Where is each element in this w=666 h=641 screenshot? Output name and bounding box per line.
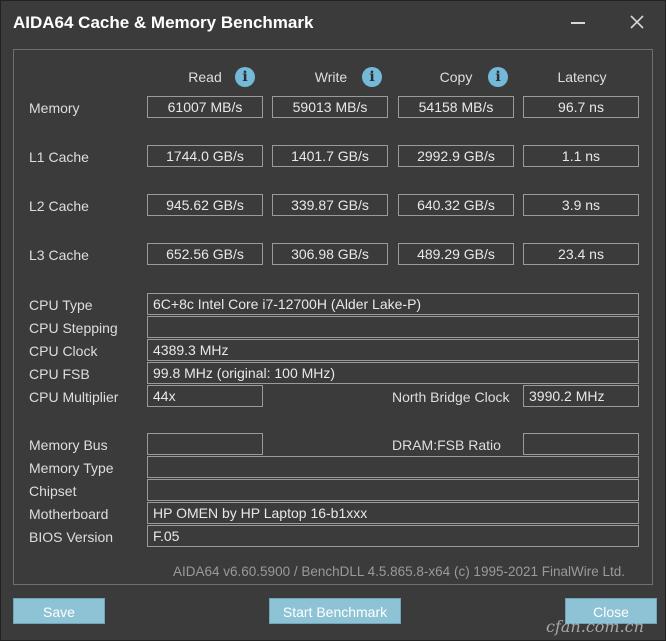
memory-write-value: 59013 MB/s (272, 96, 388, 118)
bios-version-value: F.05 (147, 525, 639, 547)
motherboard-value: HP OMEN by HP Laptop 16-b1xxx (147, 502, 639, 524)
dram-fsb-ratio-label: DRAM:FSB Ratio (392, 437, 501, 453)
l3-latency-value: 23.4 ns (523, 243, 639, 265)
watermark: cfan.com.cn (546, 617, 644, 636)
row-label-l2-cache: L2 Cache (29, 198, 89, 214)
dram-fsb-ratio-value (523, 433, 639, 455)
start-benchmark-button[interactable]: Start Benchmark (269, 598, 401, 624)
chipset-label: Chipset (29, 483, 77, 499)
title-bar[interactable]: AIDA64 Cache & Memory Benchmark (1, 1, 665, 45)
benchmark-window: AIDA64 Cache & Memory Benchmark Read i W… (0, 0, 666, 641)
save-button[interactable]: Save (13, 598, 105, 624)
memory-type-label: Memory Type (29, 460, 114, 476)
cpu-clock-value: 4389.3 MHz (147, 339, 639, 361)
l1-write-value: 1401.7 GB/s (272, 145, 388, 167)
memory-read-value: 61007 MB/s (147, 96, 263, 118)
close-icon[interactable] (626, 11, 648, 33)
column-copy-header: Copy (439, 69, 473, 85)
version-footer: AIDA64 v6.60.5900 / BenchDLL 4.5.865.8-x… (173, 564, 626, 579)
bios-version-label: BIOS Version (29, 529, 114, 545)
chipset-value (147, 479, 639, 501)
row-label-l1-cache: L1 Cache (29, 149, 89, 165)
cpu-multiplier-label: CPU Multiplier (29, 389, 119, 405)
l2-read-value: 945.62 GB/s (147, 194, 263, 216)
l2-latency-value: 3.9 ns (523, 194, 639, 216)
l1-copy-value: 2992.9 GB/s (398, 145, 514, 167)
l2-copy-value: 640.32 GB/s (398, 194, 514, 216)
info-icon[interactable]: i (362, 67, 382, 87)
cpu-fsb-label: CPU FSB (29, 366, 90, 382)
row-label-memory: Memory (29, 100, 80, 116)
memory-type-value (147, 456, 639, 478)
l3-read-value: 652.56 GB/s (147, 243, 263, 265)
cpu-multiplier-value: 44x (147, 385, 263, 407)
cpu-stepping-value (147, 316, 639, 338)
north-bridge-clock-label: North Bridge Clock (392, 389, 510, 405)
north-bridge-clock-value: 3990.2 MHz (523, 385, 639, 407)
column-latency-header: Latency (557, 69, 607, 85)
motherboard-label: Motherboard (29, 506, 109, 522)
cpu-clock-label: CPU Clock (29, 343, 98, 359)
minimize-icon[interactable] (567, 11, 589, 33)
window-title: AIDA64 Cache & Memory Benchmark (13, 13, 314, 32)
memory-latency-value: 96.7 ns (523, 96, 639, 118)
info-icon[interactable]: i (488, 67, 508, 87)
l3-write-value: 306.98 GB/s (272, 243, 388, 265)
cpu-type-label: CPU Type (29, 297, 93, 313)
cpu-stepping-label: CPU Stepping (29, 320, 118, 336)
l1-latency-value: 1.1 ns (523, 145, 639, 167)
column-read-header: Read (188, 69, 222, 85)
memory-copy-value: 54158 MB/s (398, 96, 514, 118)
l1-read-value: 1744.0 GB/s (147, 145, 263, 167)
memory-bus-label: Memory Bus (29, 437, 108, 453)
l3-copy-value: 489.29 GB/s (398, 243, 514, 265)
column-write-header: Write (314, 69, 348, 85)
cpu-type-value: 6C+8c Intel Core i7-12700H (Alder Lake-P… (147, 293, 639, 315)
l2-write-value: 339.87 GB/s (272, 194, 388, 216)
row-label-l3-cache: L3 Cache (29, 247, 89, 263)
info-icon[interactable]: i (235, 67, 255, 87)
cpu-fsb-value: 99.8 MHz (original: 100 MHz) (147, 362, 639, 384)
memory-bus-value (147, 433, 263, 455)
